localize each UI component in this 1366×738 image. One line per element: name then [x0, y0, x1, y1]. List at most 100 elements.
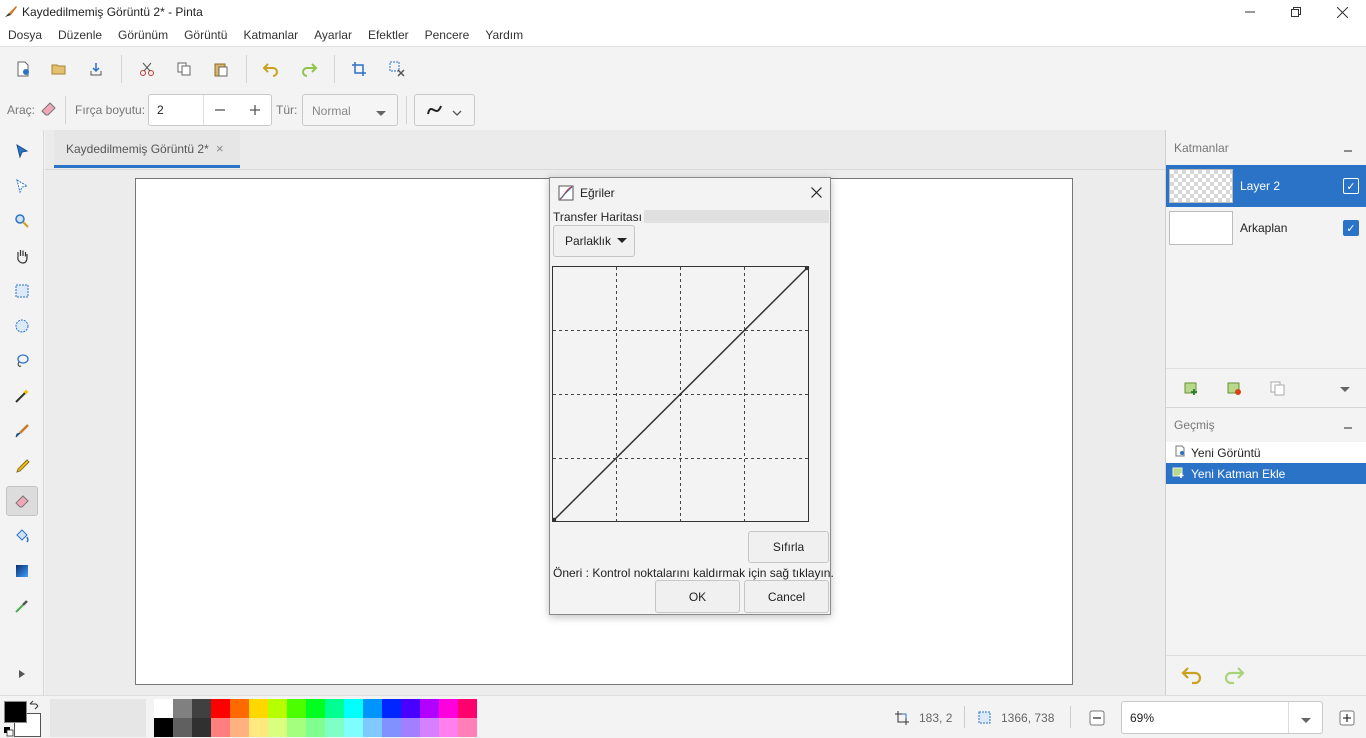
ok-button[interactable]: OK	[655, 580, 740, 613]
layer-row[interactable]: Layer 2 ✓	[1166, 165, 1366, 207]
save-button[interactable]	[83, 57, 109, 81]
menu-view[interactable]: Görünüm	[110, 24, 176, 46]
menu-effects[interactable]: Efektler	[360, 24, 417, 46]
palette-swatch[interactable]	[287, 699, 306, 718]
palette-swatch[interactable]	[458, 718, 477, 737]
document-tab[interactable]: Kaydedilmemiş Görüntü 2* ×	[54, 130, 240, 168]
palette-swatch[interactable]	[382, 699, 401, 718]
move-selection-tool[interactable]	[6, 171, 38, 201]
palette-swatch[interactable]	[458, 699, 477, 718]
palette-swatch[interactable]	[401, 718, 420, 737]
reset-colors-icon[interactable]	[4, 726, 14, 738]
ellipse-select-tool[interactable]	[6, 311, 38, 341]
palette-swatch[interactable]	[211, 718, 230, 737]
palette-swatch[interactable]	[439, 699, 458, 718]
palette-swatch[interactable]	[268, 718, 287, 737]
brush-size-value[interactable]: 2	[157, 103, 164, 117]
type-dropdown[interactable]: Normal	[302, 94, 398, 126]
palette-swatch[interactable]	[420, 699, 439, 718]
palette-swatch[interactable]	[192, 718, 211, 737]
palette-swatch[interactable]	[249, 699, 268, 718]
zoom-in-button[interactable]	[1338, 709, 1356, 727]
palette-swatch[interactable]	[211, 699, 230, 718]
brush-size-decrease-button[interactable]	[207, 100, 233, 120]
palette-swatch[interactable]	[401, 699, 420, 718]
cut-button[interactable]	[134, 57, 160, 81]
palette-swatch[interactable]	[363, 718, 382, 737]
menu-adjustments[interactable]: Ayarlar	[306, 24, 360, 46]
palette-swatch[interactable]	[325, 718, 344, 737]
paintbrush-tool[interactable]	[6, 416, 38, 446]
zoom-out-button[interactable]	[1088, 709, 1106, 727]
move-selected-tool[interactable]	[6, 136, 38, 166]
add-layer-button[interactable]	[1183, 380, 1199, 399]
menu-help[interactable]: Yardım	[477, 24, 531, 46]
layer-visibility-checkbox[interactable]: ✓	[1343, 220, 1359, 236]
copy-button[interactable]	[171, 57, 197, 81]
history-item[interactable]: Yeni Katman Ekle	[1166, 463, 1366, 484]
palette-swatch[interactable]	[192, 699, 211, 718]
restore-button[interactable]	[1273, 0, 1319, 24]
history-item[interactable]: Yeni Görüntü	[1166, 442, 1366, 463]
menu-file[interactable]: Dosya	[0, 24, 50, 46]
gradient-tool[interactable]	[6, 556, 38, 586]
expand-tools-button[interactable]	[14, 666, 30, 682]
zoom-combo[interactable]: 69%	[1121, 701, 1323, 734]
zoom-tool[interactable]	[6, 206, 38, 236]
layer-visibility-checkbox[interactable]: ✓	[1343, 178, 1359, 194]
layers-menu-chevron-icon[interactable]	[1339, 383, 1351, 397]
pencil-tool[interactable]	[6, 451, 38, 481]
deselect-button[interactable]	[384, 57, 410, 81]
menu-layers[interactable]: Katmanlar	[235, 24, 306, 46]
palette-swatch[interactable]	[249, 718, 268, 737]
palette-swatch[interactable]	[420, 718, 439, 737]
zoom-value[interactable]: 69%	[1130, 711, 1154, 725]
palette-swatch[interactable]	[344, 699, 363, 718]
menu-image[interactable]: Görüntü	[176, 24, 235, 46]
paint-bucket-tool[interactable]	[6, 521, 38, 551]
collapse-history-icon[interactable]	[1343, 421, 1353, 435]
curve-editor[interactable]	[552, 266, 810, 522]
palette-swatch[interactable]	[439, 718, 458, 737]
palette-swatch[interactable]	[173, 718, 192, 737]
palette-swatch[interactable]	[230, 718, 249, 737]
lasso-select-tool[interactable]	[6, 346, 38, 376]
redo-button[interactable]	[296, 57, 322, 81]
open-button[interactable]	[46, 57, 72, 81]
crop-to-selection-button[interactable]	[346, 57, 372, 81]
rectangle-select-tool[interactable]	[6, 276, 38, 306]
pan-tool[interactable]	[6, 241, 38, 271]
paste-button[interactable]	[208, 57, 234, 81]
history-undo-button[interactable]	[1180, 665, 1204, 688]
antialiasing-dropdown[interactable]	[414, 94, 475, 126]
menu-edit[interactable]: Düzenle	[50, 24, 110, 46]
document-tab-close-icon[interactable]: ×	[216, 141, 224, 156]
palette-swatch[interactable]	[230, 699, 249, 718]
collapse-layers-icon[interactable]	[1343, 144, 1353, 158]
cancel-button[interactable]: Cancel	[744, 580, 829, 613]
dialog-close-button[interactable]	[807, 183, 825, 201]
color-picker-tool[interactable]	[6, 591, 38, 621]
close-window-button[interactable]	[1319, 0, 1365, 24]
palette-swatch[interactable]	[344, 718, 363, 737]
undo-button[interactable]	[258, 57, 284, 81]
palette-swatch[interactable]	[287, 718, 306, 737]
transfer-map-mode-dropdown[interactable]: Parlaklık	[553, 225, 635, 257]
swap-colors-icon[interactable]	[29, 699, 39, 713]
duplicate-layer-button[interactable]	[1269, 380, 1285, 399]
palette-swatch[interactable]	[173, 699, 192, 718]
primary-color-swatch[interactable]	[4, 701, 27, 723]
palette-swatch[interactable]	[268, 699, 287, 718]
chevron-down-icon[interactable]	[1300, 714, 1312, 728]
minimize-button[interactable]	[1227, 0, 1273, 24]
palette-swatch[interactable]	[363, 699, 382, 718]
reset-button[interactable]: Sıfırla	[748, 531, 829, 563]
new-image-button[interactable]	[10, 57, 36, 81]
delete-layer-button[interactable]	[1226, 380, 1242, 399]
magic-wand-tool[interactable]	[6, 381, 38, 411]
menu-window[interactable]: Pencere	[417, 24, 478, 46]
history-redo-button[interactable]	[1222, 665, 1246, 688]
palette-swatch[interactable]	[154, 699, 173, 718]
palette-swatch[interactable]	[382, 718, 401, 737]
eraser-tool[interactable]	[6, 486, 38, 516]
